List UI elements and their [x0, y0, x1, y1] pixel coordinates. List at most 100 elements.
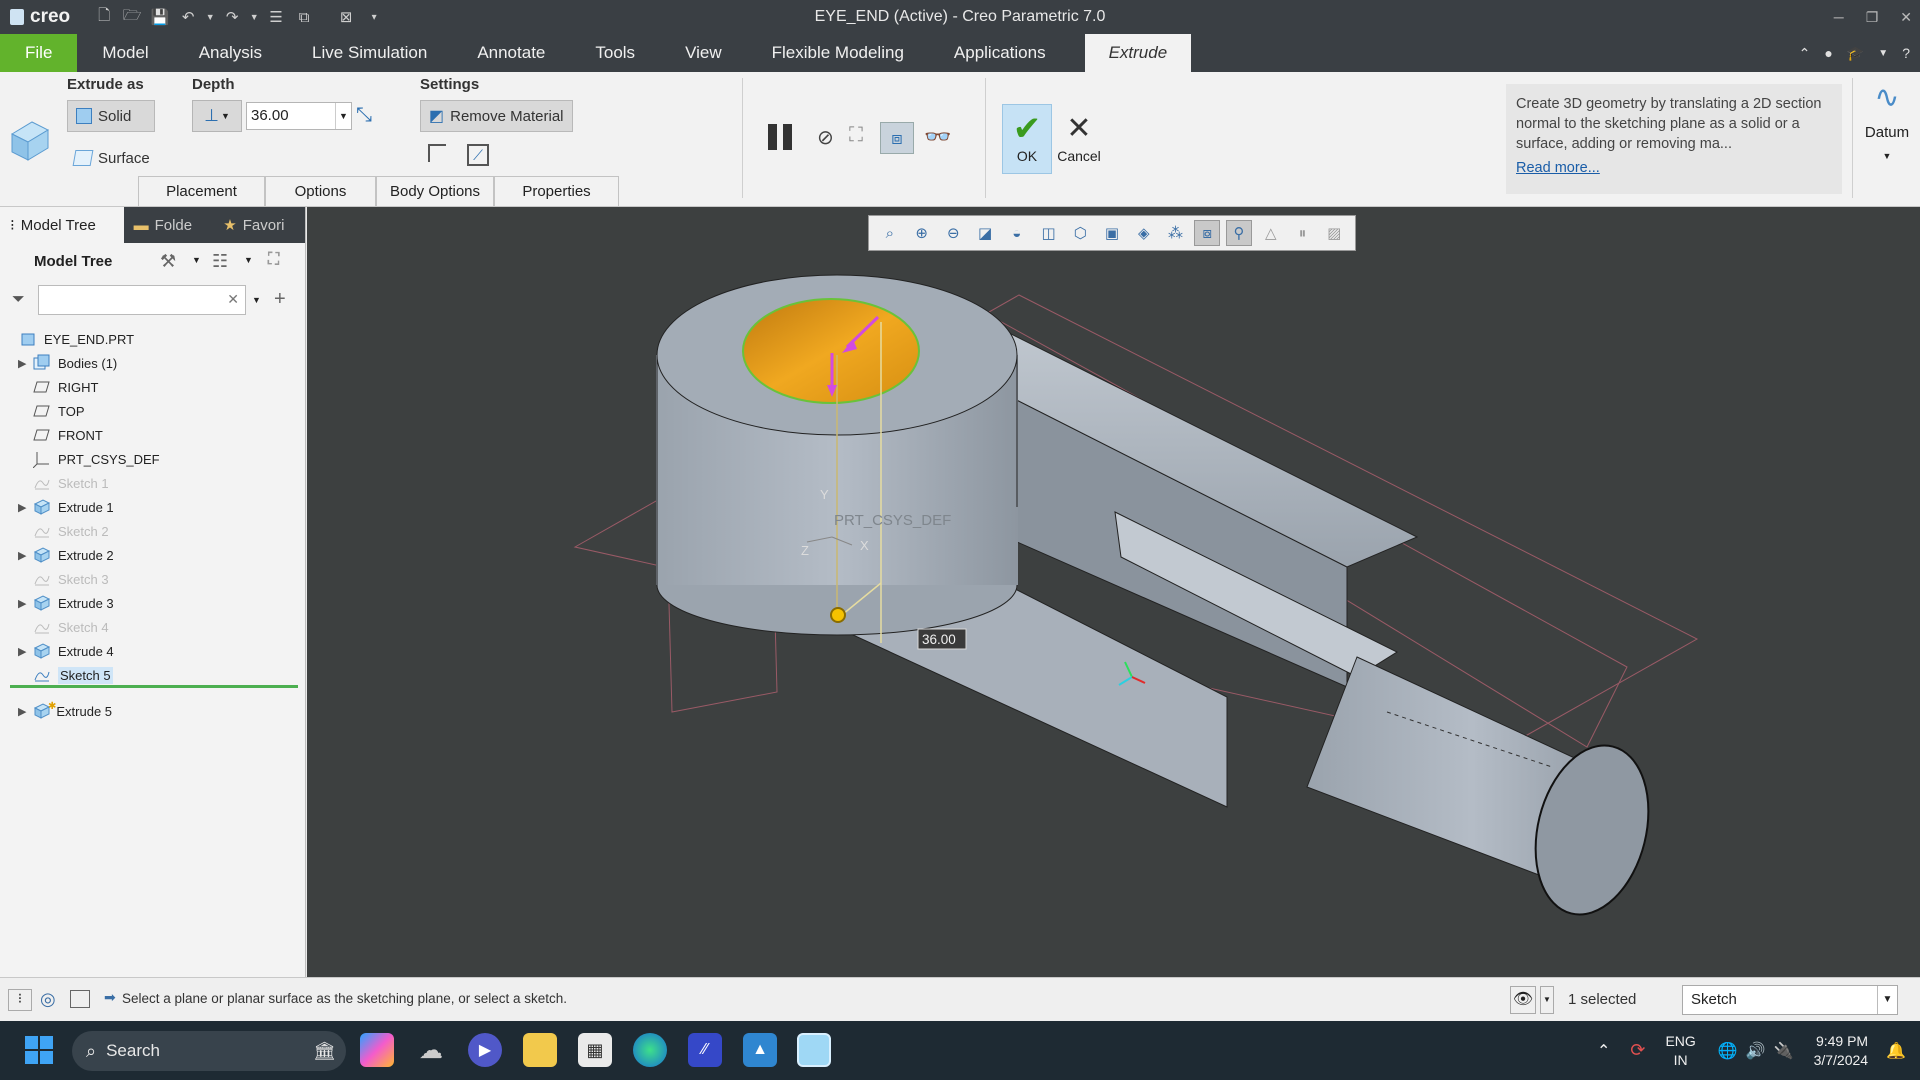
network-icon[interactable]: 🌐: [1718, 1041, 1738, 1061]
tree-item[interactable]: ▶ Extrude 1: [0, 495, 306, 519]
clock[interactable]: 9:49 PM 3/7/2024: [1814, 1032, 1869, 1070]
depth-drag-handle[interactable]: [830, 607, 846, 623]
tab-folder-browser[interactable]: ▬ Folde: [124, 207, 214, 243]
tab-model-tree[interactable]: ⁝ Model Tree: [0, 207, 124, 243]
selection-filter-select[interactable]: Sketch ▼: [1682, 985, 1898, 1015]
search-dropdown-icon[interactable]: ▼: [252, 295, 261, 305]
windows-start-icon[interactable]: [22, 1033, 56, 1067]
menu-flexible-modeling[interactable]: Flexible Modeling: [747, 34, 929, 72]
photos-icon[interactable]: ▲: [743, 1033, 777, 1067]
filter-dropdown-icon[interactable]: ▼: [1877, 986, 1897, 1014]
microsoft-store-icon[interactable]: ▦: [578, 1033, 612, 1067]
menu-annotate[interactable]: Annotate: [452, 34, 570, 72]
depth-type-dropdown[interactable]: ⊥ ▼: [192, 100, 242, 132]
menu-live-simulation[interactable]: Live Simulation: [287, 34, 452, 72]
learning-icon[interactable]: 🎓: [1847, 45, 1864, 62]
edge-icon[interactable]: [633, 1033, 667, 1067]
tab-body-options[interactable]: Body Options: [376, 176, 494, 206]
open-file-icon[interactable]: 🗁: [122, 7, 142, 27]
tree-filter-icon[interactable]: ⛶: [268, 251, 279, 269]
redo-icon[interactable]: ↷: [222, 7, 242, 27]
tree-item[interactable]: ▶ Extrude 3: [0, 591, 306, 615]
minimize-icon[interactable]: ─: [1834, 9, 1844, 25]
tab-properties[interactable]: Properties: [494, 176, 619, 206]
tree-item[interactable]: ▶ Bodies (1): [0, 351, 306, 375]
restore-icon[interactable]: ❐: [1866, 9, 1879, 26]
meet-icon[interactable]: ▶: [468, 1033, 502, 1067]
tab-placement[interactable]: Placement: [138, 176, 265, 206]
widgets-icon[interactable]: ☁: [414, 1033, 448, 1067]
solid-button[interactable]: Solid: [67, 100, 155, 132]
expand-arrow-icon[interactable]: ▶: [18, 645, 32, 658]
expand-arrow-icon[interactable]: ▶: [18, 705, 32, 718]
learning-dropdown-icon[interactable]: ▼: [1878, 48, 1888, 59]
tab-options[interactable]: Options: [265, 176, 376, 206]
tree-search-input[interactable]: ✕: [38, 285, 246, 315]
regenerate-icon[interactable]: ☰: [266, 7, 286, 27]
depth-dimension-value[interactable]: 36.00: [922, 632, 956, 647]
clear-search-icon[interactable]: ✕: [227, 291, 239, 308]
expand-arrow-icon[interactable]: ▶: [18, 549, 32, 562]
verify-mode-icon[interactable]: 👓: [924, 124, 951, 150]
tree-item[interactable]: RIGHT: [0, 375, 306, 399]
remove-material-button[interactable]: ◩ Remove Material: [420, 100, 573, 132]
attached-preview-icon[interactable]: ⛶: [849, 124, 863, 147]
expand-arrow-icon[interactable]: ▶: [18, 357, 32, 370]
tree-item[interactable]: ▶ Extrude 4: [0, 639, 306, 663]
tree-item[interactable]: FRONT: [0, 423, 306, 447]
tree-item[interactable]: PRT_CSYS_DEF: [0, 447, 306, 471]
language-indicator[interactable]: ENG IN: [1665, 1032, 1695, 1070]
creo-taskbar-icon[interactable]: [797, 1033, 831, 1067]
minimize-ribbon-icon[interactable]: ⌃: [1799, 45, 1811, 62]
undo-icon[interactable]: ↶: [178, 7, 198, 27]
insert-here-marker[interactable]: [10, 685, 298, 688]
fullscreen-toggle-icon[interactable]: [70, 990, 90, 1008]
browser-toggle-icon[interactable]: ◎: [40, 989, 56, 1010]
flip-direction-icon[interactable]: ⤡: [356, 104, 372, 127]
tree-item[interactable]: Sketch 4: [0, 615, 306, 639]
new-file-icon[interactable]: 🗋: [94, 7, 114, 27]
menu-model[interactable]: Model: [77, 34, 173, 72]
undo-dropdown-icon[interactable]: ▼: [206, 7, 215, 27]
battery-icon[interactable]: 🔌: [1774, 1041, 1794, 1061]
tree-item[interactable]: Sketch 5: [0, 663, 306, 687]
add-filter-icon[interactable]: +: [274, 288, 286, 311]
mathcad-icon[interactable]: ⁄⁄: [688, 1033, 722, 1067]
geometry-preview-icon[interactable]: ⧈: [880, 122, 914, 154]
menu-analysis[interactable]: Analysis: [174, 34, 287, 72]
find-icon[interactable]: 👁: [1510, 986, 1536, 1014]
expand-arrow-icon[interactable]: ▶: [18, 597, 32, 610]
tree-item[interactable]: Sketch 1: [0, 471, 306, 495]
user-icon[interactable]: ●: [1824, 45, 1832, 61]
thicken-sketch-icon[interactable]: [428, 144, 446, 162]
save-icon[interactable]: 💾: [150, 7, 170, 27]
close-window-icon[interactable]: ⊠: [336, 7, 356, 27]
windows-icon[interactable]: ⧉: [294, 7, 314, 27]
navigator-toggle-icon[interactable]: ⁝: [8, 989, 32, 1011]
show-dropdown-icon[interactable]: ▼: [244, 255, 253, 265]
close-icon[interactable]: ✕: [1900, 9, 1912, 26]
menu-file[interactable]: File: [0, 34, 78, 72]
surface-button[interactable]: Surface: [72, 144, 150, 172]
taskbar-search[interactable]: ⌕ Search 🏛: [72, 1031, 346, 1071]
sync-icon[interactable]: ⟳: [1630, 1040, 1645, 1061]
redo-dropdown-icon[interactable]: ▼: [250, 7, 259, 27]
tree-settings-icon[interactable]: ⚒: [160, 251, 176, 272]
tree-item-extrude-5[interactable]: ▶ ✱ Extrude 5: [0, 699, 306, 723]
ok-button[interactable]: ✔ OK: [1002, 104, 1052, 174]
expand-arrow-icon[interactable]: ▶: [18, 501, 32, 514]
tree-item[interactable]: ▶ Extrude 2: [0, 543, 306, 567]
show-columns-icon[interactable]: ☷: [212, 251, 228, 272]
depth-dropdown-icon[interactable]: ▼: [335, 103, 351, 129]
tree-item[interactable]: TOP: [0, 399, 306, 423]
no-preview-icon[interactable]: ⊘: [817, 125, 834, 150]
graphics-window[interactable]: ⌕ ⊕ ⊖ ◪ ◒ ◫ ⬡ ▣ ◈ ⁂ ⧇ ⚲ △ ⏸ ▨ Y Z X PRT_…: [307, 207, 1920, 977]
taper-icon[interactable]: ⟋: [467, 144, 489, 166]
menu-extrude[interactable]: Extrude: [1084, 34, 1192, 72]
depth-value-input[interactable]: 36.00 ▼: [246, 102, 352, 130]
file-explorer-icon[interactable]: [523, 1033, 557, 1067]
cancel-button[interactable]: ✕ Cancel: [1056, 104, 1102, 174]
tree-item[interactable]: Sketch 3: [0, 567, 306, 591]
menu-view[interactable]: View: [660, 34, 747, 72]
tray-overflow-icon[interactable]: ⌃: [1597, 1041, 1610, 1061]
